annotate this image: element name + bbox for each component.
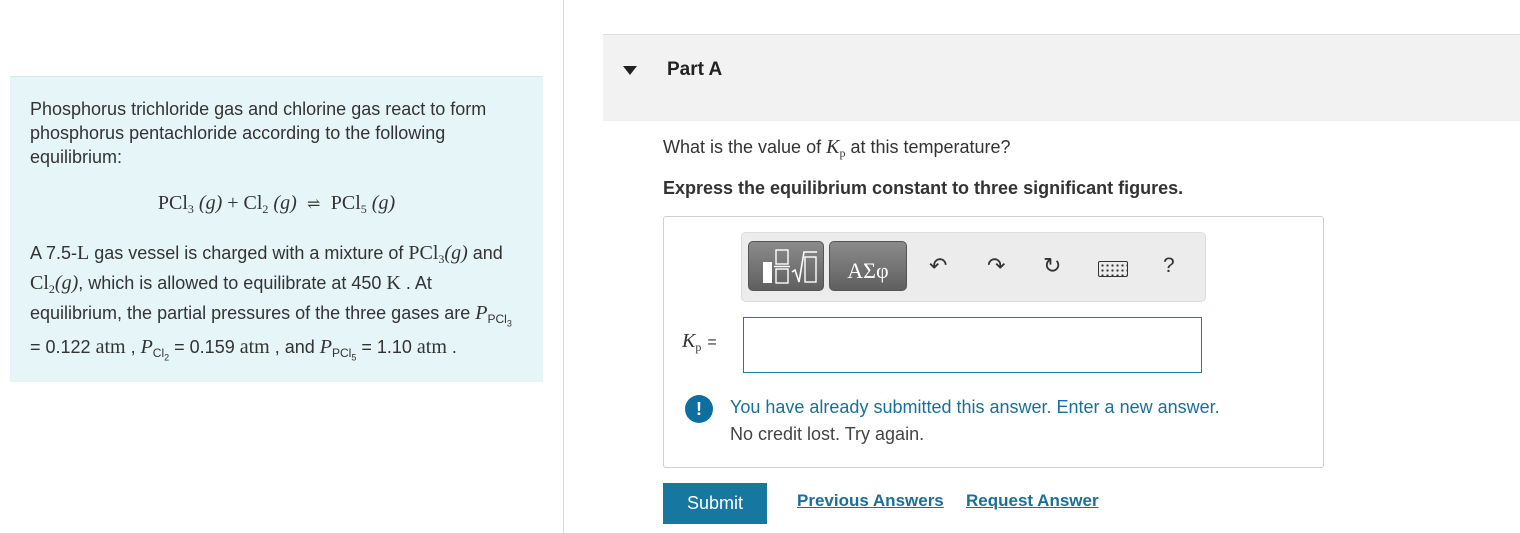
- pressure-symbol: P: [475, 302, 488, 324]
- pressure-subscript-base: Cl: [152, 346, 165, 361]
- text-segment: , and: [269, 337, 320, 358]
- feedback-line-2: No credit lost. Try again.: [730, 424, 925, 444]
- pressure-subscript-base: PCl: [487, 312, 507, 326]
- answer-label-subscript: p: [695, 340, 702, 354]
- pressure-subscript-number: 3: [506, 318, 512, 329]
- reactant-2-subscript: 2: [262, 202, 269, 216]
- request-answer-link[interactable]: Request Answer: [966, 491, 1099, 511]
- species-pcl3: PCl3(g): [408, 242, 468, 266]
- feedback-message: You have already submitted this answer. …: [730, 394, 1220, 448]
- pressure-subscript: Cl2: [152, 346, 169, 362]
- pressure-subscript: PCl3: [487, 312, 512, 329]
- product: PCl: [330, 192, 361, 214]
- reactant-2-phase: (g): [273, 192, 297, 214]
- temperature-unit: K: [386, 272, 401, 294]
- pressure-value: = 1.10: [356, 337, 417, 358]
- pressure-unit: atm: [239, 336, 270, 359]
- reactant-1: PCl: [157, 192, 188, 214]
- text-segment: , which is allowed to equilibrate at 450: [78, 273, 387, 293]
- undo-icon[interactable]: ↶: [929, 255, 947, 277]
- pressure-subscript: PCl5: [331, 346, 356, 362]
- question-text: What is the value of Kp at this temperat…: [663, 136, 1011, 161]
- pressure-value: = 0.159: [169, 337, 240, 358]
- text-segment: gas vessel is charged with a mixture of: [89, 243, 409, 263]
- templates-icon: [763, 249, 817, 284]
- species-phase: (g): [54, 272, 79, 294]
- answer-label: Kp =: [682, 330, 717, 355]
- equilibrium-arrow-icon: ⇌: [307, 196, 321, 213]
- pressure-symbol: P: [140, 336, 153, 359]
- problem-intro: Phosphorus trichloride gas and chlorine …: [30, 99, 487, 167]
- templates-button[interactable]: [748, 241, 824, 291]
- answer-box: ΑΣφ ↶ ↷ ↻ ? Kp = ! You have already submi…: [663, 216, 1324, 468]
- symbols-button[interactable]: ΑΣφ: [829, 241, 907, 291]
- plus-sign: +: [227, 192, 239, 214]
- reactant-2: Cl: [243, 192, 263, 214]
- text-segment: ,: [125, 337, 141, 358]
- collapse-triangle-icon[interactable]: [623, 66, 637, 75]
- help-icon[interactable]: ?: [1163, 255, 1175, 277]
- feedback-line-1: You have already submitted this answer. …: [730, 397, 1220, 417]
- answer-input[interactable]: [743, 317, 1202, 373]
- pressure-subscript-base: PCl: [331, 346, 352, 361]
- previous-answers-link[interactable]: Previous Answers: [797, 491, 944, 511]
- keyboard-icon[interactable]: [1098, 261, 1128, 277]
- equals-sign: =: [707, 334, 717, 351]
- redo-icon[interactable]: ↷: [987, 255, 1005, 277]
- pressure-symbol: P: [319, 336, 332, 359]
- part-header[interactable]: Part A: [603, 34, 1520, 121]
- volume-unit: L: [77, 242, 90, 264]
- symbols-label: ΑΣφ: [847, 258, 889, 283]
- question-pre: What is the value of: [663, 137, 827, 157]
- product-subscript: 5: [360, 202, 367, 216]
- reaction-equation: PCl3 (g) + Cl2 (g) ⇌ PCl5 (g): [30, 191, 523, 221]
- text-segment: .: [446, 337, 457, 358]
- math-toolbar: ΑΣφ ↶ ↷ ↻ ?: [741, 232, 1206, 302]
- product-phase: (g): [371, 192, 396, 214]
- pressure-unit: atm: [416, 336, 447, 359]
- text-segment: and: [467, 243, 503, 263]
- problem-details: A 7.5-L gas vessel is charged with a mix…: [30, 241, 523, 370]
- instruction-text: Express the equilibrium constant to thre…: [663, 178, 1184, 198]
- pressure-unit: atm: [95, 336, 126, 359]
- problem-statement: Phosphorus trichloride gas and chlorine …: [10, 76, 543, 382]
- reactant-1-subscript: 3: [187, 202, 194, 216]
- column-divider: [563, 0, 564, 533]
- pressure-value: = 0.122: [30, 337, 96, 358]
- species-base: Cl: [30, 272, 49, 294]
- reset-icon[interactable]: ↻: [1043, 255, 1061, 277]
- kp-symbol: K: [826, 136, 840, 158]
- question-post: at this temperature?: [845, 137, 1011, 157]
- warning-icon: !: [685, 395, 713, 423]
- species-cl2: Cl2(g): [30, 272, 79, 296]
- species-phase: (g): [444, 242, 468, 264]
- reactant-1-phase: (g): [198, 192, 223, 214]
- species-base: PCl: [408, 242, 439, 264]
- part-title[interactable]: Part A: [667, 59, 722, 81]
- submit-button[interactable]: Submit: [663, 483, 767, 524]
- answer-label-symbol: K: [682, 330, 696, 352]
- text-segment: A 7.5-: [30, 243, 78, 263]
